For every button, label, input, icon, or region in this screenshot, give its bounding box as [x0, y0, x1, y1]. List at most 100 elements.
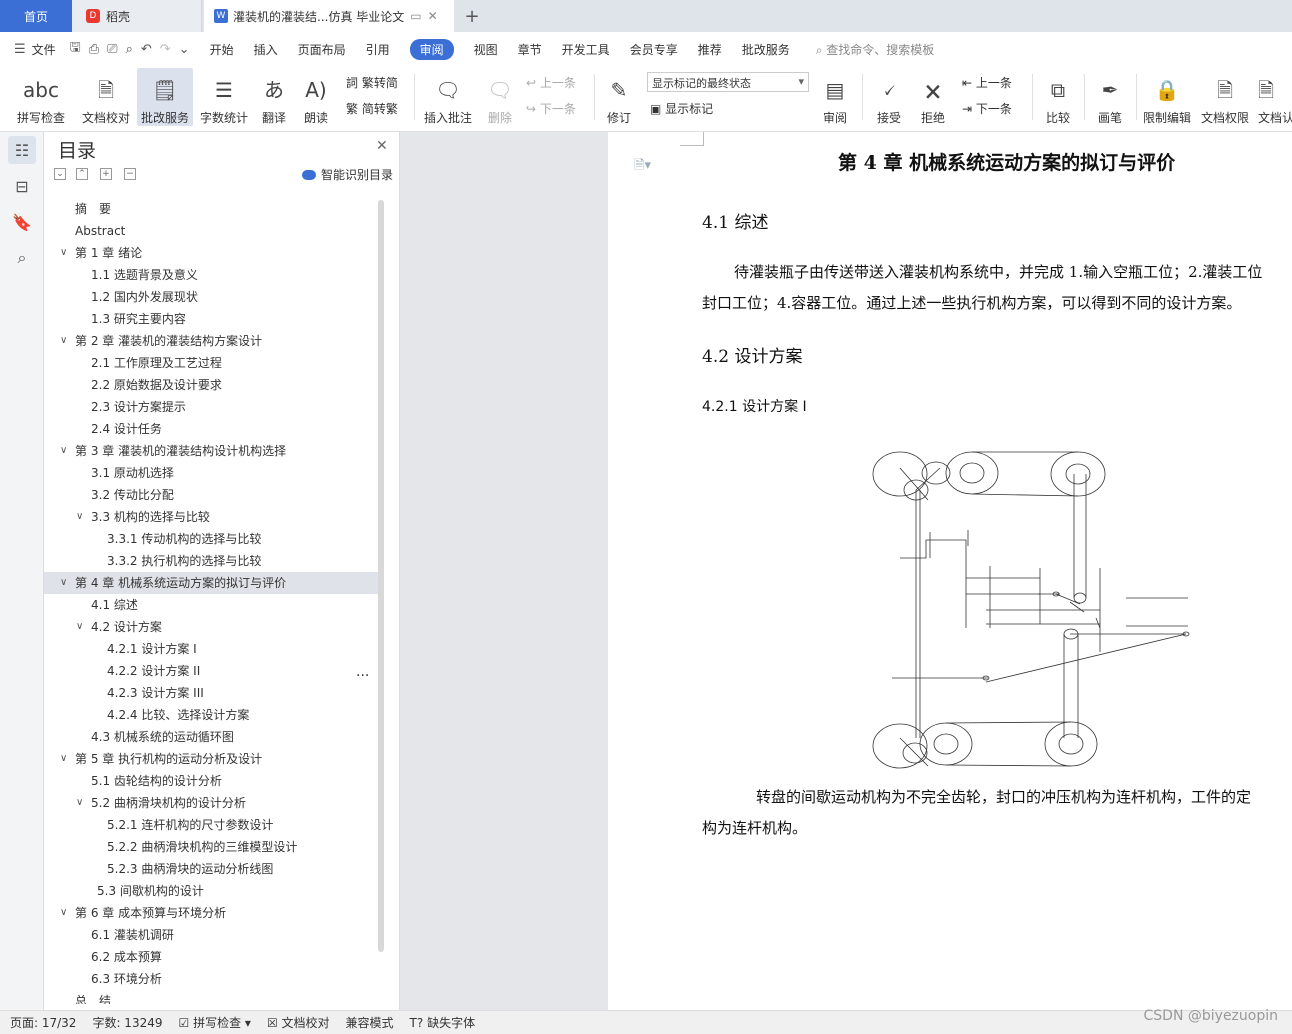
chevron-down-icon[interactable]: ∨	[76, 616, 83, 638]
toc-item[interactable]: 1.1 选题背景及意义	[44, 264, 380, 286]
word-count-button[interactable]: ☰ 字数统计	[198, 68, 250, 126]
collapse-all-icon[interactable]: ⌄	[54, 168, 66, 180]
toc-item[interactable]: 总 结	[44, 990, 380, 1004]
chevron-down-icon[interactable]: ∨	[60, 572, 67, 594]
toc-item[interactable]: 2.2 原始数据及设计要求	[44, 374, 380, 396]
menu-file[interactable]: 文件	[32, 41, 56, 58]
add-heading-icon[interactable]: +	[100, 168, 112, 180]
toc-item[interactable]: ∨ 4.2 设计方案	[44, 616, 380, 638]
menu-recommend[interactable]: 推荐	[698, 41, 722, 58]
toc-item[interactable]: 2.4 设计任务	[44, 418, 380, 440]
toc-item[interactable]: 5.3 间歇机构的设计	[44, 880, 380, 902]
insert-comment-button[interactable]: 🗨 插入批注	[420, 68, 476, 126]
smart-toc-button[interactable]: 智能识别目录	[302, 166, 393, 183]
revise-button[interactable]: ✎ 修订	[600, 68, 638, 126]
more-options-icon[interactable]: ...	[356, 664, 369, 680]
toc-item[interactable]: ∨ 5.2 曲柄滑块机构的设计分析	[44, 792, 380, 814]
toc-item[interactable]: 5.1 齿轮结构的设计分析	[44, 770, 380, 792]
save-icon[interactable]: 🖫	[70, 38, 81, 60]
toc-item[interactable]: ∨ 第 6 章 成本预算与环境分析	[44, 902, 380, 924]
toc-item[interactable]: 1.2 国内外发展现状	[44, 286, 380, 308]
toc-item[interactable]: ∨ 第 2 章 灌装机的灌装结构方案设计	[44, 330, 380, 352]
doc-permission-button[interactable]: 🗎 文档权限	[1198, 68, 1252, 126]
menu-view[interactable]: 视图	[474, 41, 498, 58]
new-tab-button[interactable]: +	[462, 0, 482, 32]
toc-item[interactable]: 6.1 灌装机调研	[44, 924, 380, 946]
toc-item[interactable]: 4.2.4 比较、选择设计方案	[44, 704, 380, 726]
toc-item[interactable]: ∨ 第 5 章 执行机构的运动分析及设计	[44, 748, 380, 770]
chevron-down-icon[interactable]: ∨	[60, 330, 67, 352]
toc-item[interactable]: 3.2 传动比分配	[44, 484, 380, 506]
menu-reference[interactable]: 引用	[366, 41, 390, 58]
toc-item[interactable]: 6.3 环境分析	[44, 968, 380, 990]
menu-chapter[interactable]: 章节	[518, 41, 542, 58]
reject-button[interactable]: 🗙 拒绝	[914, 68, 952, 126]
next-change-button[interactable]: ⇥ 下一条	[962, 100, 1012, 117]
spell-check-button[interactable]: abc 拼写检查	[10, 68, 72, 126]
chevron-down-icon[interactable]: ∨	[60, 440, 67, 462]
paragraph-icon[interactable]: 🗎▾	[634, 156, 651, 178]
preview-icon[interactable]: ⌕	[126, 42, 133, 57]
mark-state-select[interactable]: 显示标记的最终状态 ▾	[647, 72, 809, 92]
trad-to-simp-button[interactable]: 詞 繁转简	[346, 74, 398, 91]
hamburger-icon[interactable]: ☰	[14, 42, 26, 57]
toc-item[interactable]: 4.3 机械系统的运动循环图	[44, 726, 380, 748]
remove-heading-icon[interactable]: −	[124, 168, 136, 180]
menu-review-service[interactable]: 批改服务	[742, 41, 790, 58]
menu-review[interactable]: 审阅	[409, 38, 454, 60]
toc-item[interactable]: 4.2.3 设计方案 III	[44, 682, 380, 704]
chevron-down-icon[interactable]: ∨	[76, 792, 83, 814]
toc-item[interactable]: 4.2.2 设计方案 II	[44, 660, 380, 682]
doc-auth-button[interactable]: 🗎 文档认	[1258, 68, 1292, 126]
close-icon[interactable]: ✕	[376, 138, 388, 154]
prev-comment-button[interactable]: ↩ 上一条	[526, 74, 576, 91]
proofread-status[interactable]: ☒ 文档校对	[267, 1014, 330, 1031]
toc-item[interactable]: 4.2.1 设计方案 I	[44, 638, 380, 660]
toc-item[interactable]: 5.2.1 连杆机构的尺寸参数设计	[44, 814, 380, 836]
chevron-down-icon[interactable]: ∨	[60, 748, 67, 770]
missing-font-status[interactable]: T? 缺失字体	[410, 1014, 476, 1031]
more-quick-icon[interactable]: ⌄	[179, 42, 190, 57]
page-indicator[interactable]: 页面: 17/32	[10, 1014, 76, 1031]
document-page[interactable]: 🗎▾ 第 4 章 机械系统运动方案的拟订与评价 4.1 综述 待灌装瓶子由传送带…	[608, 132, 1292, 1010]
accept-button[interactable]: 🗸 接受	[870, 68, 908, 126]
spell-check-status[interactable]: ☑ 拼写检查 ▾	[179, 1014, 251, 1031]
screen-icon[interactable]: ▭	[410, 9, 421, 23]
tab-daoke[interactable]: D 稻壳	[72, 0, 202, 32]
tab-document[interactable]: W 灌装机的灌装结...仿真 毕业论文 ▭ ✕	[204, 0, 454, 32]
menu-devtools[interactable]: 开发工具	[562, 41, 610, 58]
toc-item[interactable]: 4.1 综述	[44, 594, 380, 616]
simp-to-trad-button[interactable]: 繁 简转繁	[346, 100, 398, 117]
toc-nav-icon[interactable]: ☷	[8, 136, 36, 164]
command-search[interactable]: ⌕ 查找命令、搜索模板	[816, 41, 935, 58]
compat-mode[interactable]: 兼容模式	[346, 1014, 394, 1031]
compare-button[interactable]: ⧉ 比较	[1038, 68, 1078, 126]
toc-item[interactable]: ∨ 3.3 机构的选择与比较	[44, 506, 380, 528]
tab-home[interactable]: 首页	[0, 0, 72, 32]
close-tab-icon[interactable]: ✕	[428, 9, 438, 23]
print-icon[interactable]: ⎚	[107, 42, 117, 57]
toc-scrollbar[interactable]	[378, 200, 384, 952]
menu-insert[interactable]: 插入	[254, 41, 278, 58]
menu-member[interactable]: 会员专享	[630, 41, 678, 58]
show-marks-button[interactable]: ▣ 显示标记	[650, 100, 713, 117]
menu-layout[interactable]: 页面布局	[298, 41, 346, 58]
toc-item[interactable]: 2.3 设计方案提示	[44, 396, 380, 418]
toc-item[interactable]: ∨ 第 3 章 灌装机的灌装结构设计机构选择	[44, 440, 380, 462]
delete-comment-button[interactable]: 🗨 删除	[480, 68, 520, 126]
bookmark-icon[interactable]: 🔖	[8, 208, 36, 236]
review-pane-button[interactable]: ▤ 审阅	[816, 68, 854, 126]
toc-item[interactable]: 3.1 原动机选择	[44, 462, 380, 484]
next-comment-button[interactable]: ↪ 下一条	[526, 100, 576, 117]
chevron-down-icon[interactable]: ∨	[76, 506, 83, 528]
toc-item[interactable]: 6.2 成本预算	[44, 946, 380, 968]
toc-item[interactable]: 5.2.3 曲柄滑块的运动分析线图	[44, 858, 380, 880]
read-aloud-button[interactable]: A) 朗读	[298, 68, 334, 126]
restrict-edit-button[interactable]: 🔒 限制编辑	[1140, 68, 1194, 126]
translate-button[interactable]: あ翻译	[256, 68, 292, 126]
chapter-nav-icon[interactable]: ⊟	[8, 172, 36, 200]
undo-icon[interactable]: ↶	[141, 42, 152, 57]
toc-item[interactable]: ∨ 第 1 章 绪论	[44, 242, 380, 264]
toc-item[interactable]: 3.3.2 执行机构的选择与比较	[44, 550, 380, 572]
toc-item[interactable]: 1.3 研究主要内容	[44, 308, 380, 330]
